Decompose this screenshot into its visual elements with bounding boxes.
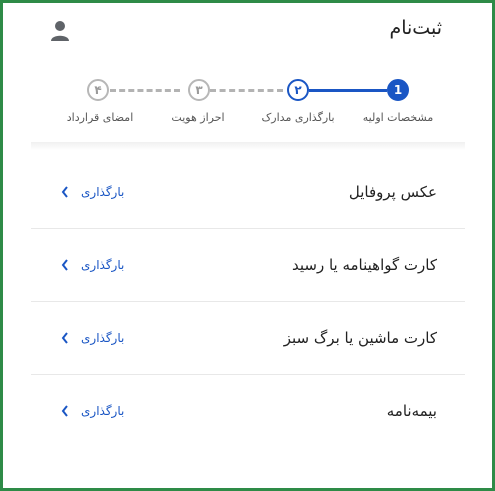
document-title: کارت ماشین یا برگ سبز bbox=[283, 329, 437, 347]
upload-button[interactable]: بارگذاری bbox=[61, 185, 124, 199]
step-4-label: امضای قرارداد bbox=[66, 111, 134, 124]
document-title: کارت گواهینامه یا رسید bbox=[291, 256, 437, 274]
document-row-insurance: بیمه‌نامه بارگذاری bbox=[31, 375, 465, 447]
page-title: ثبت‌نام bbox=[389, 17, 442, 39]
step-connector-3-4 bbox=[110, 89, 180, 92]
upload-button[interactable]: بارگذاری bbox=[61, 404, 124, 418]
upload-label: بارگذاری bbox=[81, 185, 125, 199]
step-2-label: بارگذاری مدارک bbox=[261, 111, 335, 124]
step-3-label: احراز هویت bbox=[171, 111, 225, 124]
registration-stepper: ۴ ۳ ۲ 1 امضای قرارداد احراز هویت بارگذار… bbox=[3, 75, 495, 135]
step-1-label: مشخصات اولیه bbox=[362, 111, 434, 124]
header-divider bbox=[31, 142, 465, 150]
document-row-profile-photo: عکس پروفایل بارگذاری bbox=[31, 156, 465, 229]
document-title: عکس پروفایل bbox=[348, 183, 437, 201]
app-frame: ثبت‌نام ۴ ۳ ۲ 1 امضای قرارداد احراز هویت… bbox=[0, 0, 495, 491]
upload-label: بارگذاری bbox=[81, 331, 125, 345]
document-title: بیمه‌نامه bbox=[386, 402, 437, 420]
document-row-car-card: کارت ماشین یا برگ سبز بارگذاری bbox=[31, 302, 465, 375]
step-connector-1-2 bbox=[309, 89, 387, 92]
step-connector-2-3 bbox=[210, 89, 283, 92]
chevron-left-icon bbox=[61, 186, 68, 198]
user-account-icon[interactable] bbox=[50, 20, 70, 42]
chevron-left-icon bbox=[61, 405, 68, 417]
upload-label: بارگذاری bbox=[81, 258, 125, 272]
step-4-circle: ۴ bbox=[87, 79, 109, 101]
step-3-circle: ۳ bbox=[188, 79, 210, 101]
step-2-circle: ۲ bbox=[287, 79, 309, 101]
upload-label: بارگذاری bbox=[81, 404, 125, 418]
document-row-license: کارت گواهینامه یا رسید بارگذاری bbox=[31, 229, 465, 302]
upload-button[interactable]: بارگذاری bbox=[61, 331, 124, 345]
upload-button[interactable]: بارگذاری bbox=[61, 258, 124, 272]
chevron-left-icon bbox=[61, 259, 68, 271]
step-1-circle: 1 bbox=[387, 79, 409, 101]
chevron-left-icon bbox=[61, 332, 68, 344]
